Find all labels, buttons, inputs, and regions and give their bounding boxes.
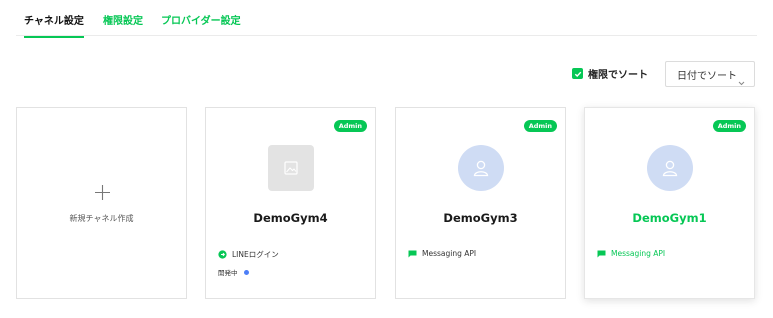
status-label: 開発中 <box>218 269 238 277</box>
messaging-api-icon <box>597 250 606 257</box>
channel-card-demogym1[interactable]: Admin DemoGym1 Messaging API <box>584 107 755 299</box>
tab-permission-settings[interactable]: 権限設定 <box>103 12 143 36</box>
channel-card-demogym4[interactable]: Admin DemoGym4 LINEログイン 開発中 <box>205 107 376 299</box>
status-dot-icon <box>243 269 249 275</box>
feature-label: LINEログイン <box>232 250 279 259</box>
channel-name: DemoGym1 <box>632 211 707 225</box>
permission-sort-label: 権限でソート <box>588 70 648 81</box>
admin-badge: Admin <box>712 120 746 132</box>
image-placeholder-icon <box>268 145 314 191</box>
tab-bar: チャネル設定 権限設定 プロバイダー設定 <box>16 12 757 38</box>
date-sort-select[interactable]: 日付でソート <box>665 61 755 87</box>
channel-name: DemoGym4 <box>253 211 328 225</box>
feature-label: Messaging API <box>422 249 477 258</box>
checkbox-checked-icon <box>572 68 583 79</box>
chevron-down-icon <box>738 71 745 90</box>
feature-messaging-api: Messaging API <box>408 249 476 258</box>
new-channel-card[interactable]: 新規チャネル作成 <box>16 107 187 299</box>
person-icon <box>458 145 504 191</box>
permission-sort-checkbox[interactable]: 権限でソート <box>572 66 648 81</box>
channel-name: DemoGym3 <box>443 211 518 225</box>
admin-badge: Admin <box>333 120 367 132</box>
messaging-api-icon <box>408 250 417 257</box>
date-sort-label: 日付でソート <box>677 70 737 82</box>
tab-channel-settings[interactable]: チャネル設定 <box>24 12 84 38</box>
new-channel-label: 新規チャネル作成 <box>69 214 134 223</box>
admin-badge: Admin <box>523 120 557 132</box>
tab-provider-settings[interactable]: プロバイダー設定 <box>161 12 241 36</box>
feature-line-login: LINEログイン <box>218 249 279 260</box>
plus-icon <box>95 185 110 204</box>
status-indicator: 開発中 <box>218 267 249 277</box>
feature-label: Messaging API <box>611 249 666 258</box>
channel-card-demogym3[interactable]: Admin DemoGym3 Messaging API <box>395 107 566 299</box>
feature-messaging-api: Messaging API <box>597 249 665 258</box>
person-icon <box>647 145 693 191</box>
line-login-icon <box>218 250 227 259</box>
